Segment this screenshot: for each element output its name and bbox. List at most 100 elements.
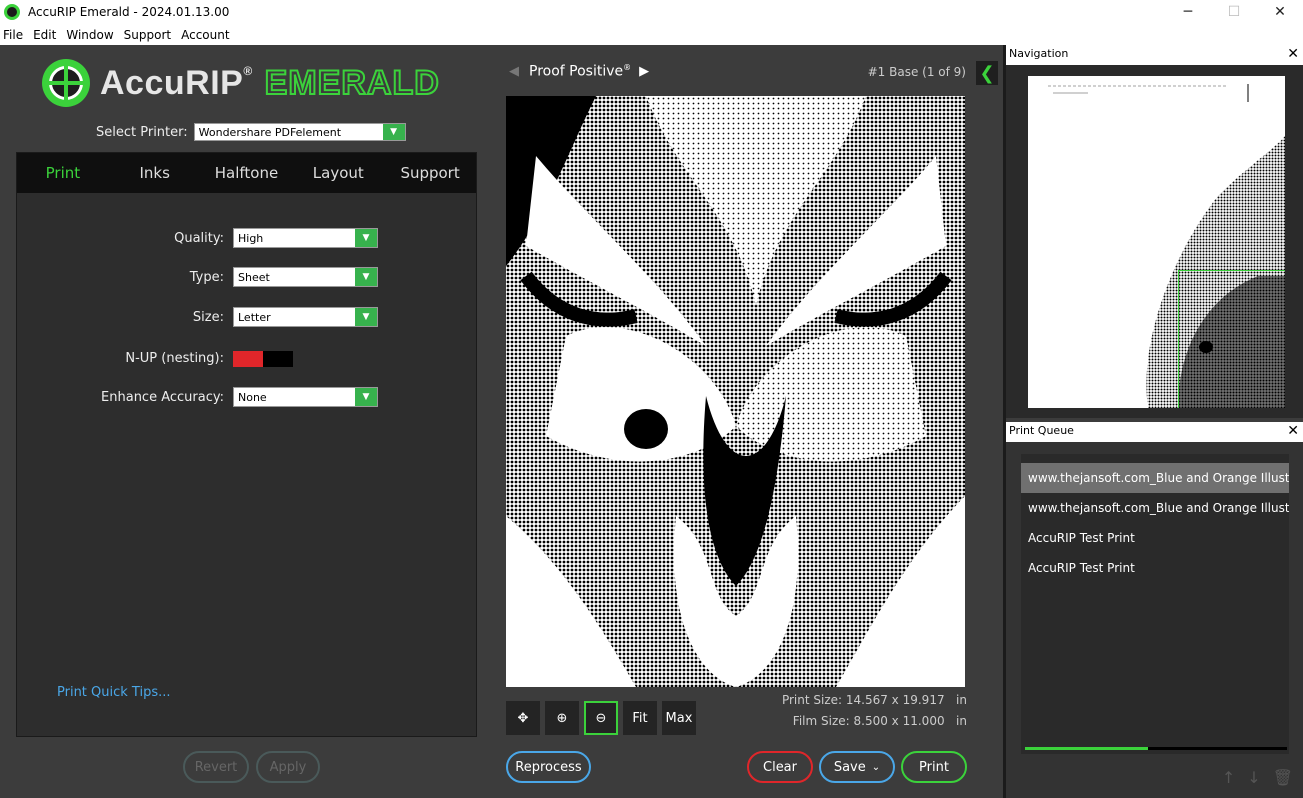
menu-edit[interactable]: Edit <box>30 28 61 42</box>
previous-proof-icon[interactable]: ◀ <box>509 64 519 79</box>
print-size-unit: in <box>956 693 967 707</box>
logo-edition: EMERALD <box>264 63 440 103</box>
navigation-panel-header: Navigation ✕ <box>1006 45 1303 65</box>
enhance-row: Enhance Accuracy: <box>17 387 224 407</box>
navigation-panel <box>1006 65 1303 418</box>
enhance-value: None <box>238 390 267 404</box>
quality-label: Quality: <box>174 230 224 246</box>
reprocess-button[interactable]: Reprocess <box>506 751 591 783</box>
print-quick-tips-link[interactable]: Print Quick Tips... <box>57 685 171 700</box>
queue-item[interactable]: AccuRIP Test Print <box>1021 523 1289 553</box>
print-queue-header: Print Queue ✕ <box>1006 422 1303 442</box>
app-icon <box>4 4 20 20</box>
window-controls: ─ ☐ ✕ <box>1165 0 1303 24</box>
zoom-in-icon[interactable]: ⊕ <box>545 701 579 735</box>
size-row: Size: <box>17 307 224 327</box>
quality-row: Quality: <box>17 228 224 248</box>
quality-dropdown[interactable]: High ▼ <box>233 228 378 248</box>
tab-inks[interactable]: Inks <box>109 164 201 182</box>
window-title: AccuRIP Emerald - 2024.01.13.00 <box>28 5 230 19</box>
print-size-value: 14.567 x 19.917 <box>845 693 945 707</box>
size-label: Size: <box>192 309 224 325</box>
nup-row: N-UP (nesting): <box>17 348 224 368</box>
menu-window[interactable]: Window <box>63 28 118 42</box>
max-button[interactable]: Max <box>662 701 696 735</box>
nup-toggle[interactable] <box>233 351 293 367</box>
printer-selector: Select Printer: Wondershare PDFelement ▼ <box>96 123 406 141</box>
proof-name: Proof Positive® <box>529 63 632 80</box>
size-value: Letter <box>238 310 271 324</box>
menu-account[interactable]: Account <box>178 28 234 42</box>
nup-toggle-knob <box>233 351 263 367</box>
settings-tabs: Print Inks Halftone Layout Support <box>17 153 476 193</box>
trash-icon[interactable]: 🗑 <box>1273 768 1293 787</box>
tab-print[interactable]: Print <box>17 164 109 182</box>
tab-support[interactable]: Support <box>384 164 476 182</box>
print-queue-title: Print Queue <box>1009 424 1074 437</box>
queue-item[interactable]: www.thejansoft.com_Blue and Orange Illus… <box>1021 463 1289 493</box>
film-size-line: Film Size: 8.500 x 11.000 in <box>782 711 967 732</box>
maximize-button[interactable]: ☐ <box>1211 0 1257 24</box>
viewport-frame[interactable] <box>1178 270 1285 408</box>
revert-button[interactable]: Revert <box>183 751 249 783</box>
separation-label: #1 Base (1 of 9) <box>867 65 966 79</box>
save-button[interactable]: Save ⌄ <box>819 751 895 783</box>
tab-halftone[interactable]: Halftone <box>201 164 293 182</box>
print-button[interactable]: Print <box>901 751 967 783</box>
type-row: Type: <box>17 267 224 287</box>
chevron-down-icon: ▼ <box>382 124 405 140</box>
move-up-icon[interactable]: ↑ <box>1222 768 1235 787</box>
navigation-title: Navigation <box>1009 47 1069 60</box>
pan-icon[interactable]: ✥ <box>506 701 540 735</box>
apply-button[interactable]: Apply <box>256 751 320 783</box>
close-icon[interactable]: ✕ <box>1287 422 1299 440</box>
type-dropdown[interactable]: Sheet ▼ <box>233 267 378 287</box>
crosshair-logo-icon <box>42 59 90 107</box>
quality-value: High <box>238 231 264 245</box>
logo-name: AccuRIP® <box>100 63 253 102</box>
left-panel: AccuRIP® EMERALD Select Printer: Wonders… <box>0 45 493 798</box>
title-bar: AccuRIP Emerald - 2024.01.13.00 ─ ☐ ✕ <box>0 0 1303 24</box>
menu-bar: File Edit Window Support Account <box>0 24 1303 45</box>
next-proof-icon[interactable]: ▶ <box>639 64 649 79</box>
queue-progress-fill <box>1025 747 1149 750</box>
chevron-down-icon: ▼ <box>355 229 377 247</box>
collapse-panel-icon[interactable]: ❮ <box>976 61 998 85</box>
film-size-label: Film Size: <box>792 714 850 728</box>
enhance-dropdown[interactable]: None ▼ <box>233 387 378 407</box>
film-size-value: 8.500 x 11.000 <box>853 714 945 728</box>
close-button[interactable]: ✕ <box>1257 0 1303 24</box>
menu-support[interactable]: Support <box>121 28 176 42</box>
print-queue-list: www.thejansoft.com_Blue and Orange Illus… <box>1021 454 1289 754</box>
proof-navigator: ◀ Proof Positive® ▶ <box>509 63 649 80</box>
preview-toolbar: ✥ ⊕ ⊖ Fit Max <box>506 701 701 735</box>
tab-layout[interactable]: Layout <box>292 164 384 182</box>
printer-dropdown[interactable]: Wondershare PDFelement ▼ <box>193 123 406 141</box>
print-size-line: Print Size: 14.567 x 19.917 in <box>782 690 967 711</box>
queue-item[interactable]: www.thejansoft.com_Blue and Orange Illus… <box>1021 493 1289 523</box>
navigation-thumbnail[interactable] <box>1028 76 1285 408</box>
close-icon[interactable]: ✕ <box>1287 45 1299 63</box>
menu-file[interactable]: File <box>0 28 28 42</box>
halftone-artwork <box>506 96 965 687</box>
minimize-button[interactable]: ─ <box>1165 0 1211 24</box>
zoom-out-icon[interactable]: ⊖ <box>584 701 618 735</box>
fit-button[interactable]: Fit <box>623 701 657 735</box>
queue-item[interactable]: AccuRIP Test Print <box>1021 553 1289 583</box>
move-down-icon[interactable]: ↓ <box>1247 768 1260 787</box>
film-size-unit: in <box>956 714 967 728</box>
queue-progress-bar <box>1025 747 1287 750</box>
accurip-logo: AccuRIP® EMERALD <box>42 59 440 107</box>
chevron-down-icon: ▼ <box>355 268 377 286</box>
save-label: Save <box>833 759 866 775</box>
queue-actions: ↑ ↓ 🗑 <box>1210 768 1293 787</box>
print-queue-panel: www.thejansoft.com_Blue and Orange Illus… <box>1006 442 1303 798</box>
proof-preview[interactable] <box>506 96 965 687</box>
print-size-label: Print Size: <box>781 693 843 707</box>
size-dropdown[interactable]: Letter ▼ <box>233 307 378 327</box>
chevron-down-icon: ⌄ <box>871 761 881 773</box>
type-label: Type: <box>189 269 224 285</box>
clear-button[interactable]: Clear <box>747 751 813 783</box>
enhance-label: Enhance Accuracy: <box>101 389 224 405</box>
type-value: Sheet <box>238 270 270 284</box>
